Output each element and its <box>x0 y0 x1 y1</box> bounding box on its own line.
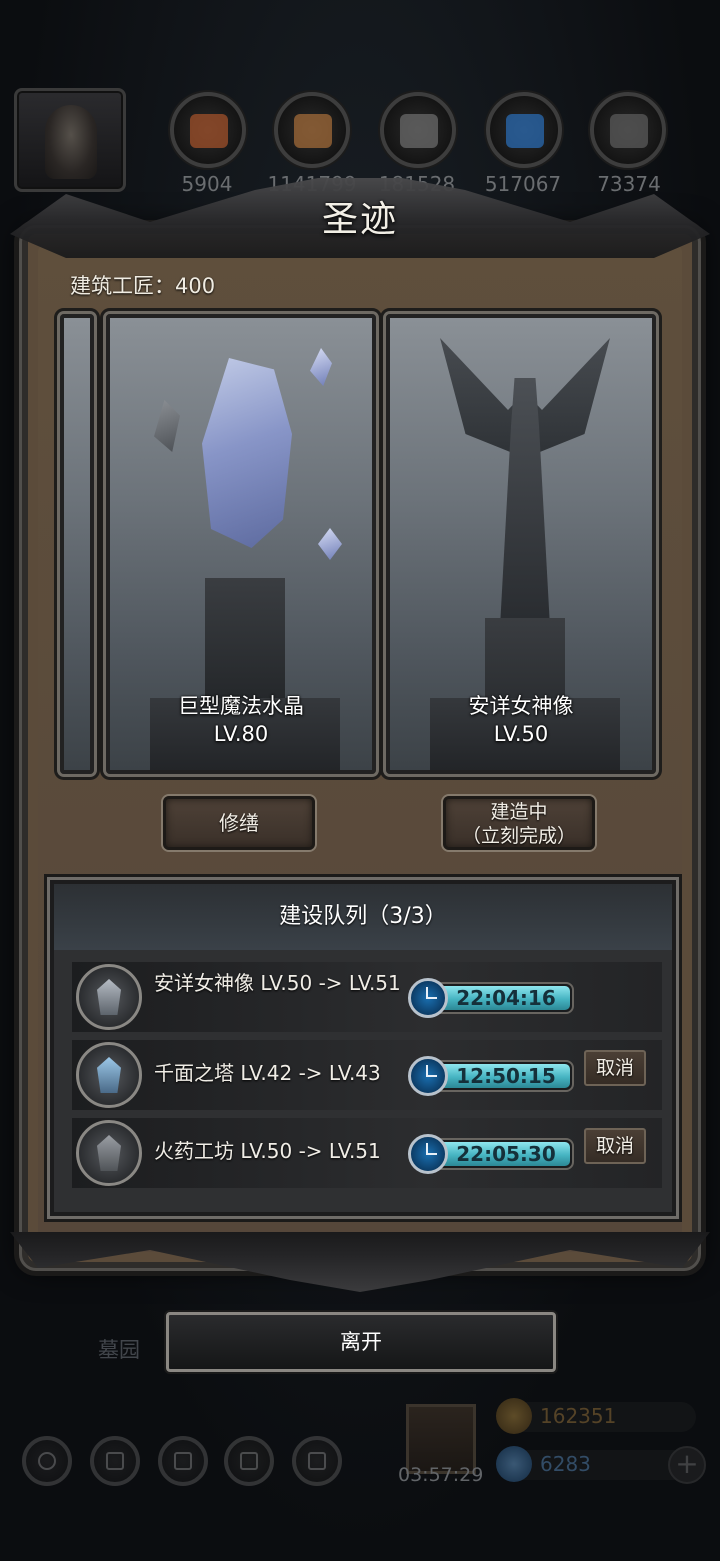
repair-button[interactable]: 修缮 <box>163 796 315 850</box>
graveyard-label[interactable]: 墓园 <box>98 1334 140 1364</box>
building-card-statue[interactable]: 安详女神像 LV.50 <box>386 314 656 774</box>
gem-icon <box>496 1446 532 1482</box>
workers-count: 建筑工匠：400 <box>70 274 216 298</box>
player-avatar[interactable] <box>14 88 126 192</box>
add-currency-button[interactable]: + <box>668 1446 706 1484</box>
queue-timer[interactable]: 22:04:16 <box>408 978 574 1018</box>
building-card-partial[interactable] <box>60 314 94 774</box>
meat-resource-icon[interactable] <box>170 92 246 168</box>
queue-row: 火药工坊 LV.50 -> LV.51 22:05:30 <box>72 1118 662 1188</box>
timer-text: 22:05:30 <box>456 1142 556 1166</box>
queue-timer[interactable]: 12:50:15 <box>408 1056 574 1096</box>
settings-icon[interactable] <box>22 1436 72 1486</box>
queue-row: 千面之塔 LV.42 -> LV.43 12:50:15 <box>72 1040 662 1110</box>
gift-timer: 03:57:29 <box>398 1464 484 1486</box>
gem-value: 6283 <box>540 1452 591 1476</box>
queue-item-label: 火药工坊 LV.50 -> LV.51 <box>154 1139 381 1163</box>
building-name: 安详女神像 <box>468 694 574 718</box>
building-level: LV.80 <box>213 722 269 746</box>
queue-item-label: 安详女神像 LV.50 -> LV.51 <box>154 971 401 995</box>
timer-text: 22:04:16 <box>456 986 556 1010</box>
gold-coin-icon <box>496 1398 532 1434</box>
crystal-resource-icon[interactable] <box>486 92 562 168</box>
building-card-crystal[interactable]: 巨型魔法水晶 LV.80 <box>106 314 376 774</box>
stone-resource-icon[interactable] <box>590 92 666 168</box>
magic-crystal-image <box>202 358 292 548</box>
finish-now-button[interactable]: 建造中 （立刻完成） <box>443 796 595 850</box>
map-icon[interactable] <box>158 1436 208 1486</box>
panel-title: 圣迹 <box>321 199 398 240</box>
powder-workshop-icon <box>76 1120 142 1186</box>
cancel-button[interactable]: 取消 <box>584 1128 646 1164</box>
building-level: LV.50 <box>493 722 549 746</box>
link-icon[interactable] <box>292 1436 342 1486</box>
building-name: 巨型魔法水晶 <box>178 694 304 718</box>
finish-now-label: （立刻完成） <box>461 825 576 847</box>
wood-resource-icon[interactable] <box>274 92 350 168</box>
star-icon[interactable] <box>90 1436 140 1486</box>
leave-button[interactable]: 离开 <box>166 1312 556 1372</box>
avatar-portrait <box>45 105 97 179</box>
mail-icon[interactable] <box>224 1436 274 1486</box>
iron-resource-icon[interactable] <box>380 92 456 168</box>
queue-timer[interactable]: 22:05:30 <box>408 1134 574 1174</box>
timer-text: 12:50:15 <box>456 1064 556 1088</box>
crystal-pedestal <box>205 578 285 698</box>
tower-building-icon <box>76 1042 142 1108</box>
crystal-shard <box>310 348 332 386</box>
queue-item-label: 千面之塔 LV.42 -> LV.43 <box>154 1061 381 1085</box>
crystal-shard <box>318 528 342 560</box>
gold-value: 162351 <box>540 1404 617 1428</box>
queue-row: 安详女神像 LV.50 -> LV.51 22:04:16 <box>72 962 662 1032</box>
cancel-button[interactable]: 取消 <box>584 1050 646 1086</box>
stone-shard <box>154 400 180 452</box>
statue-building-icon <box>76 964 142 1030</box>
building-status-label: 建造中 <box>490 801 548 823</box>
build-queue-panel: 建设队列（3/3） 安详女神像 LV.50 -> LV.51 22:04:16 … <box>50 880 676 1216</box>
build-queue-title: 建设队列（3/3） <box>54 884 672 950</box>
